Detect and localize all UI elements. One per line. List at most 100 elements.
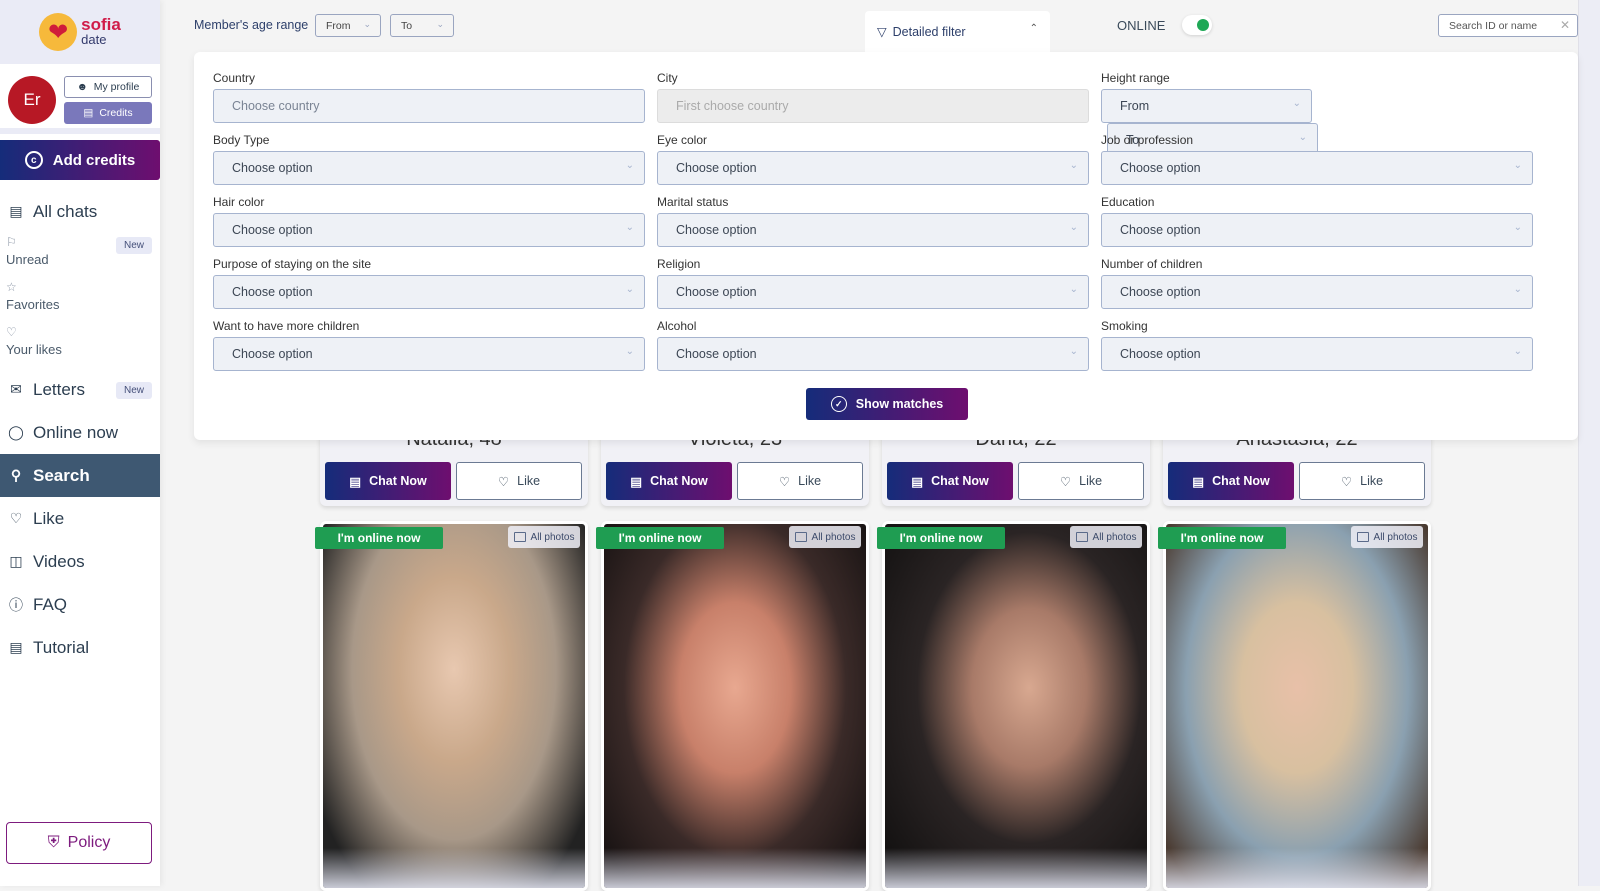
scrollbar[interactable] [1578,0,1600,886]
chevron-down-icon: ⌄ [1513,346,1522,357]
height-from-select[interactable]: From ⌄ [1101,89,1312,123]
check-circle-icon: ✓ [830,396,847,412]
sidebar-item-label: Online now [33,422,119,442]
credits-button[interactable]: ▤ Credits [64,102,152,124]
religion-field: Religion Choose option ⌄ [657,254,1089,309]
all-photos-button[interactable]: All photos [789,526,861,548]
select-value: Choose option [232,285,313,299]
like-button[interactable]: ♡ Like [456,462,582,500]
online-toggle[interactable] [1182,15,1212,35]
chevron-down-icon: ⌄ [1069,284,1078,295]
alcohol-field: Alcohol Choose option ⌄ [657,316,1089,371]
heart-icon: ♡ [6,325,17,339]
sidebar-item-like[interactable]: ♡ Like [0,497,160,540]
like-label: Like [1079,474,1103,488]
sidebar-item-search[interactable]: ⚲ Search [0,454,160,497]
like-label: Like [517,474,541,488]
logo[interactable]: ❤ sofia date [0,0,160,64]
chevron-down-icon: ⌄ [1513,222,1522,233]
profile-photo-card[interactable] [320,521,588,891]
eye-color-select[interactable]: Choose option ⌄ [657,151,1089,185]
sidebar-item-all-chats[interactable]: ▤ All chats [0,190,160,233]
like-button[interactable]: ♡ Like [1299,462,1425,500]
more-children-field: Want to have more children Choose option… [213,316,645,371]
profile-photo[interactable] [323,524,585,888]
chat-now-button[interactable]: ▤ Chat Now [606,462,732,500]
sidebar-item-label: Letters [33,379,85,399]
job-select[interactable]: Choose option ⌄ [1101,151,1533,185]
age-from-select[interactable]: From ⌄ [315,14,381,37]
country-input[interactable]: Choose country [213,89,645,123]
purpose-select[interactable]: Choose option ⌄ [213,275,645,309]
chevron-down-icon: ⌄ [1069,222,1078,233]
heart-icon: ♡ [1059,474,1072,489]
hair-color-select[interactable]: Choose option ⌄ [213,213,645,247]
avatar[interactable]: Er [8,76,56,124]
age-to-select[interactable]: To ⌄ [390,14,454,37]
smoking-field: Smoking Choose option ⌄ [1101,316,1533,371]
close-icon[interactable]: ✕ [1560,18,1570,32]
video-icon: ◫ [9,553,23,569]
select-value: Choose option [1120,347,1201,361]
chat-now-label: Chat Now [1212,474,1270,488]
all-photos-button[interactable]: All photos [508,526,580,548]
profile-photo[interactable] [1166,524,1428,888]
sidebar-item-videos[interactable]: ◫ Videos [0,540,160,583]
add-credits-button[interactable]: c Add credits [0,140,160,180]
sidebar-item-your-likes[interactable]: ♡ Your likes [0,323,160,368]
smoking-select[interactable]: Choose option ⌄ [1101,337,1533,371]
like-button[interactable]: ♡ Like [737,462,863,500]
children-select[interactable]: Choose option ⌄ [1101,275,1533,309]
brand-line1: sofia [81,15,121,34]
profile-photo-card[interactable] [601,521,869,891]
marital-status-select[interactable]: Choose option ⌄ [657,213,1089,247]
show-matches-button[interactable]: ✓ Show matches [806,388,968,420]
all-photos-button[interactable]: All photos [1070,526,1142,548]
field-label: Number of children [1101,257,1203,271]
profile-photo-card[interactable] [882,521,1150,891]
eye-color-field: Eye color Choose option ⌄ [657,130,1089,185]
select-value: Choose option [1120,161,1201,175]
body-type-select[interactable]: Choose option ⌄ [213,151,645,185]
new-badge: New [115,382,152,399]
flag-icon: ⚐ [6,235,17,249]
sidebar-item-label: FAQ [33,594,68,614]
sidebar-item-online-now[interactable]: ◯ Online now [0,411,160,454]
image-icon [794,532,807,542]
chat-now-button[interactable]: ▤ Chat Now [1168,462,1294,500]
profile-photo-card[interactable] [1163,521,1431,891]
coins-icon: ▤ [83,107,94,119]
like-button[interactable]: ♡ Like [1018,462,1144,500]
education-field: Education Choose option ⌄ [1101,192,1533,247]
chat-now-button[interactable]: ▤ Chat Now [887,462,1013,500]
chat-now-label: Chat Now [931,474,989,488]
online-badge: I'm online now [596,527,724,549]
sidebar-nav: ▤ All chats ⚐ Unread New ☆ Favorites ♡ Your… [0,190,160,669]
chat-now-button[interactable]: ▤ Chat Now [325,462,451,500]
city-input[interactable]: First choose country [657,89,1089,123]
my-profile-button[interactable]: ☻ My profile [64,76,152,98]
field-label: Alcohol [657,319,697,333]
sidebar-item-favorites[interactable]: ☆ Favorites [0,278,160,323]
policy-button[interactable]: ⛨ Policy [6,822,152,864]
education-select[interactable]: Choose option ⌄ [1101,213,1533,247]
sidebar-item-faq[interactable]: ⓘ FAQ [0,583,160,626]
toggle-knob [1197,19,1209,31]
alcohol-select[interactable]: Choose option ⌄ [657,337,1089,371]
all-photos-label: All photos [811,531,856,543]
profile-photo[interactable] [885,524,1147,888]
coin-icon: c [24,151,43,169]
religion-select[interactable]: Choose option ⌄ [657,275,1089,309]
chevron-down-icon: ⌄ [625,284,634,295]
search-input[interactable]: Search ID or name ✕ [1438,14,1578,37]
profile-photo[interactable] [604,524,866,888]
chevron-down-icon: ⌄ [625,160,634,171]
detailed-filter-tab[interactable]: ▽ Detailed filter ⌃ [865,11,1050,52]
sidebar-item-letters[interactable]: ✉ Letters New [0,368,160,411]
all-photos-button[interactable]: All photos [1351,526,1423,548]
sidebar-item-tutorial[interactable]: ▤ Tutorial [0,626,160,669]
chevron-down-icon: ⌄ [625,222,634,233]
more-children-select[interactable]: Choose option ⌄ [213,337,645,371]
sidebar-item-unread[interactable]: ⚐ Unread New [0,233,160,278]
select-value: From [1120,99,1150,113]
